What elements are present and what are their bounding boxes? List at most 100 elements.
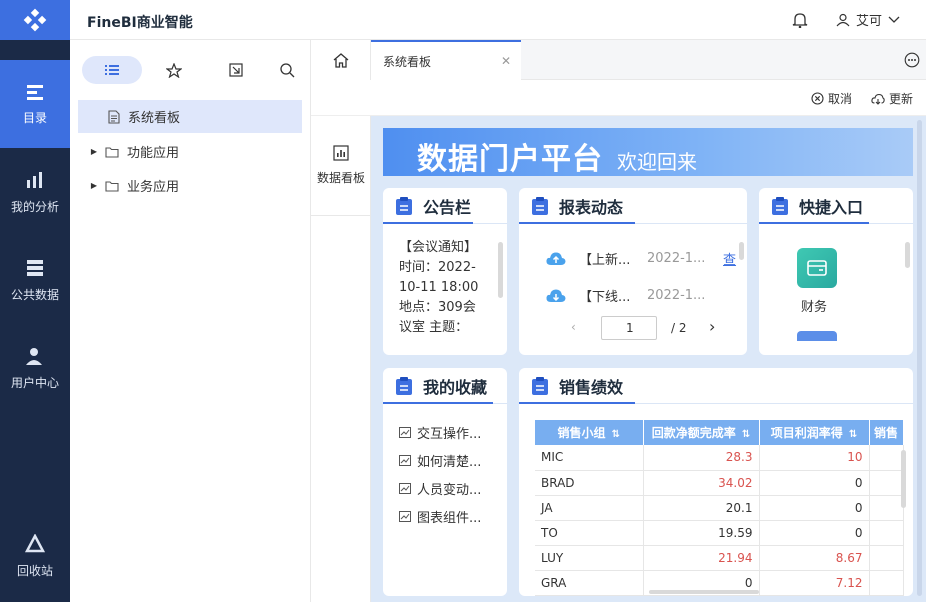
table-cell bbox=[869, 570, 904, 596]
nav-catalog[interactable]: 目录 bbox=[0, 60, 70, 148]
cancel-button[interactable]: 取消 bbox=[811, 90, 852, 107]
nav-public-data-label: 公共数据 bbox=[10, 287, 59, 302]
chart-icon bbox=[399, 510, 411, 522]
tree-item-label: 功能应用 bbox=[127, 146, 180, 161]
caret-right-icon[interactable]: ▶ bbox=[87, 147, 101, 156]
app-logo[interactable] bbox=[0, 0, 70, 40]
notice-scrollbar[interactable] bbox=[498, 242, 503, 298]
tabs-row: 系统看板 ✕ bbox=[311, 40, 926, 80]
sort-icon[interactable]: ⇅ bbox=[612, 429, 620, 440]
table-row[interactable]: BRAD 34.02 0 bbox=[535, 470, 904, 496]
tab-system-board[interactable]: 系统看板 ✕ bbox=[371, 40, 521, 80]
sort-icon[interactable]: ⇅ bbox=[742, 429, 750, 440]
finance-shortcut[interactable] bbox=[797, 248, 837, 288]
user-menu[interactable]: 艾可 bbox=[836, 10, 900, 29]
clipboard-icon bbox=[396, 196, 412, 215]
favorite-label: 人员变动... bbox=[417, 482, 482, 498]
update-button[interactable]: 更新 bbox=[871, 90, 913, 107]
tree-item-system-board[interactable]: 系统看板 bbox=[78, 100, 302, 133]
sales-card-title: 销售绩效 bbox=[559, 377, 624, 397]
report-date: 2022-1... bbox=[647, 287, 706, 303]
sales-table: 销售小组 ⇅ 回款净额完成率 ⇅ 项目利润率得 ⇅ 销售 MIC 28.3 10 BRAD… bbox=[535, 420, 904, 596]
table-cell: 10 bbox=[759, 445, 870, 471]
dashboard: 数据门户平台 欢迎回来 公告栏 【会议通知】时间：2022-10-11 18:0… bbox=[371, 116, 926, 602]
favorite-label: 如何清楚... bbox=[417, 454, 482, 470]
sales-card-header: 销售绩效 bbox=[519, 368, 913, 404]
clipboard-icon bbox=[772, 196, 788, 215]
table-row[interactable]: MIC 28.3 10 bbox=[535, 445, 904, 471]
nav-user-center-label: 用户中心 bbox=[10, 375, 59, 390]
table-cell: TO bbox=[535, 520, 644, 546]
favorite-item[interactable]: 交互操作... bbox=[399, 422, 481, 442]
tab-shared[interactable] bbox=[206, 56, 266, 84]
caret-right-icon[interactable]: ▶ bbox=[87, 181, 101, 190]
directory-search-button[interactable] bbox=[272, 56, 302, 84]
column-header[interactable]: 销售小组 ⇅ bbox=[535, 420, 644, 445]
tab-list[interactable] bbox=[82, 56, 142, 84]
finance-label: 财务 bbox=[801, 300, 828, 315]
chart-icon bbox=[399, 482, 411, 494]
prev-page-icon[interactable]: ‹ bbox=[571, 320, 576, 334]
recycle-bin-icon bbox=[25, 533, 45, 552]
column-header[interactable]: 项目利润率得 ⇅ bbox=[759, 420, 870, 445]
table-cell: 7.12 bbox=[759, 570, 870, 596]
table-row[interactable]: JA 20.1 0 bbox=[535, 495, 904, 521]
column-header[interactable]: 回款净额完成率 ⇅ bbox=[643, 420, 760, 445]
data-board-label: 数据看板 bbox=[316, 171, 365, 185]
report-scrollbar[interactable] bbox=[739, 242, 744, 260]
top-bar: FineBI商业智能 艾可 bbox=[70, 0, 926, 40]
header-label: 回款净额完成率 bbox=[651, 426, 736, 440]
quick-scrollbar[interactable] bbox=[905, 242, 910, 268]
table-row[interactable]: TO 19.59 0 bbox=[535, 520, 904, 546]
notification-bell-icon[interactable] bbox=[792, 11, 808, 31]
nav-public-data[interactable]: 公共数据 bbox=[0, 236, 70, 324]
user-center-icon bbox=[26, 347, 42, 365]
sales-vertical-scrollbar[interactable] bbox=[901, 450, 906, 508]
list-icon bbox=[105, 65, 119, 75]
view-link[interactable]: 查 bbox=[723, 249, 736, 268]
nav-my-analysis[interactable]: 我的分析 bbox=[0, 148, 70, 236]
favorites-card-title: 我的收藏 bbox=[423, 377, 488, 397]
directory-panel: 系统看板 ▶ 功能应用 ▶ 业务应用 ⋮⋮ bbox=[70, 40, 327, 602]
header-label: 销售小组 bbox=[557, 426, 606, 440]
header-label: 销售 bbox=[873, 426, 898, 440]
clipboard-icon bbox=[532, 196, 548, 215]
quick-entry-card: 快捷入口 财务 bbox=[759, 188, 913, 355]
next-shortcut-partial[interactable] bbox=[797, 331, 837, 341]
table-cell: 28.3 bbox=[643, 445, 760, 471]
banner-title: 数据门户平台 bbox=[417, 142, 603, 177]
cancel-circle-icon bbox=[811, 92, 824, 105]
favorite-item[interactable]: 如何清楚... bbox=[399, 450, 481, 470]
tab-favorites[interactable] bbox=[144, 56, 204, 84]
sort-icon[interactable]: ⇅ bbox=[849, 429, 857, 440]
brand-title: FineBI商业智能 bbox=[87, 15, 193, 31]
table-cell: 8.67 bbox=[759, 545, 870, 571]
report-row[interactable]: 【下线... 2022-1... bbox=[545, 285, 705, 305]
table-cell: 0 bbox=[759, 520, 870, 546]
favorite-item[interactable]: 人员变动... bbox=[399, 478, 481, 498]
column-header[interactable]: 销售 bbox=[869, 420, 904, 445]
report-row[interactable]: 【上新... 2022-1... 查 bbox=[545, 248, 736, 268]
cancel-label: 取消 bbox=[828, 92, 853, 106]
nav-user-center[interactable]: 用户中心 bbox=[0, 324, 70, 412]
wallet-icon bbox=[807, 260, 827, 276]
notice-card-title: 公告栏 bbox=[423, 197, 472, 217]
more-options-icon[interactable] bbox=[904, 52, 920, 71]
dashboard-scrollbar[interactable] bbox=[917, 120, 922, 596]
header-underline bbox=[383, 402, 493, 404]
nav-recycle-bin[interactable]: 回收站 bbox=[0, 512, 70, 600]
data-board-entry[interactable]: 数据看板 bbox=[311, 116, 371, 216]
sales-horizontal-scrollbar[interactable] bbox=[649, 590, 759, 594]
table-cell: 34.02 bbox=[643, 470, 760, 496]
table-cell bbox=[869, 520, 904, 546]
table-cell: 20.1 bbox=[643, 495, 760, 521]
close-tab-icon[interactable]: ✕ bbox=[501, 54, 511, 68]
favorite-label: 图表组件... bbox=[417, 510, 482, 526]
home-tab[interactable] bbox=[311, 40, 371, 80]
next-page-icon[interactable]: › bbox=[709, 317, 715, 336]
favorite-item[interactable]: 图表组件... bbox=[399, 506, 481, 526]
page-input[interactable]: 1 bbox=[601, 316, 657, 340]
table-row[interactable]: LUY 21.94 8.67 bbox=[535, 545, 904, 571]
tree-item-function-apps[interactable]: ▶ 功能应用 bbox=[78, 135, 302, 168]
tree-item-business-apps[interactable]: ▶ 业务应用 bbox=[78, 169, 302, 202]
